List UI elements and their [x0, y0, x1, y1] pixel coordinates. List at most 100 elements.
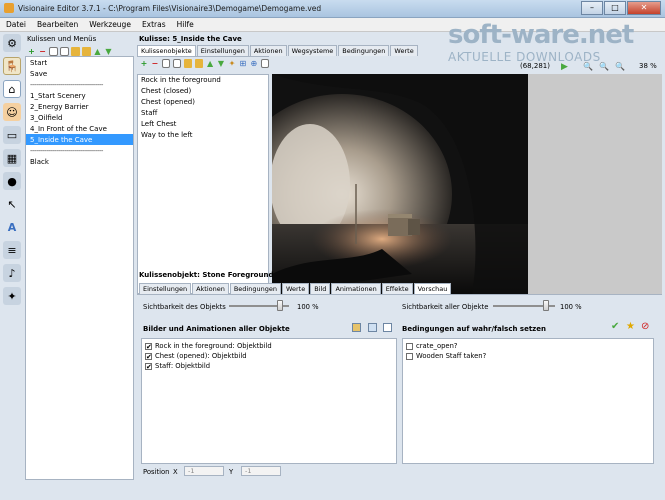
cancel-icon[interactable]: ⊘	[641, 321, 649, 332]
object-list-item[interactable]: Way to the left	[138, 130, 268, 141]
scene-tab[interactable]: Bedingungen	[338, 45, 390, 56]
checkbox-row: ✔ Chest (opened): Objektbild	[142, 351, 396, 361]
scene-list-item[interactable]: 1_Start Scenery	[26, 90, 133, 101]
object-tab[interactable]: Vorschau	[413, 283, 452, 294]
close-button[interactable]: ✕	[627, 1, 661, 15]
scene-list-item[interactable]: 4_In Front of the Cave	[26, 123, 133, 134]
text-icon[interactable]: ≡	[3, 241, 21, 259]
font-icon[interactable]: A	[3, 218, 21, 236]
grid-icon[interactable]: ⊕	[250, 59, 258, 68]
fit-icon[interactable]: ⊞	[239, 59, 247, 68]
cursor-icon[interactable]: ↖	[3, 195, 21, 213]
object-tab[interactable]: Effekte	[381, 283, 413, 294]
settings-icon[interactable]: ✦	[3, 287, 21, 305]
remove-icon[interactable]: −	[38, 47, 47, 56]
object-tab[interactable]: Aktionen	[192, 283, 229, 294]
folder-open-icon[interactable]	[82, 46, 91, 56]
scene-panel: Kulissen und Menüs + − ▲ ▼ Start Save ----…	[25, 34, 134, 480]
app-icon	[4, 3, 14, 13]
frame-icon[interactable]	[260, 58, 269, 68]
tool-strip: ⚙ 🪑 ⌂ ☺ ▭ ▦ ● ↖ A ≡ ♪ ✦	[3, 34, 23, 434]
wand-icon[interactable]: ✦	[228, 59, 236, 68]
scene-icon[interactable]: ⌂	[3, 80, 21, 98]
sound-icon[interactable]: ♪	[3, 264, 21, 282]
object-folder-icon[interactable]	[184, 58, 193, 68]
scene-list: Start Save -------------------------------…	[25, 56, 134, 480]
menu-extras[interactable]: Extras	[136, 18, 171, 31]
object-folder-open-icon[interactable]	[195, 58, 204, 68]
checkbox[interactable]	[406, 342, 413, 350]
zoom-reset-icon[interactable]: 🔍	[615, 62, 625, 71]
scene-preview[interactable]	[272, 74, 528, 294]
scene-tab[interactable]: Kulissenobjekte	[137, 45, 196, 56]
menu-datei[interactable]: Datei	[0, 18, 31, 31]
object-up-icon[interactable]: ▲	[206, 59, 214, 68]
menu-hilfe[interactable]: Hilfe	[171, 18, 199, 31]
checkbox[interactable]: ✔	[145, 342, 152, 350]
scene-tabs: Kulissenobjekte Einstellungen Aktionen Wegs…	[137, 45, 662, 56]
object-down-icon[interactable]: ▼	[217, 59, 225, 68]
maximize-button[interactable]: □	[604, 1, 626, 15]
preview-background	[528, 74, 662, 294]
table-icon[interactable]: 🪑	[3, 57, 21, 75]
select-none-icon[interactable]	[368, 323, 377, 332]
checkbox[interactable]: ✔	[145, 352, 152, 360]
visibility-all-slider[interactable]	[493, 300, 555, 311]
scene-list-item[interactable]: Save	[26, 68, 133, 79]
scene-list-item[interactable]: 2_Energy Barrier	[26, 101, 133, 112]
object-tab[interactable]: Animationen	[331, 283, 381, 294]
folder-icon[interactable]	[71, 46, 80, 56]
select-all-icon[interactable]	[352, 323, 361, 332]
scene-tab[interactable]: Einstellungen	[196, 45, 249, 56]
object-tabs: Einstellungen Aktionen Bedingungen Werte Bil…	[139, 283, 452, 294]
object-properties-icon[interactable]	[161, 58, 171, 68]
object-list-item[interactable]: Chest (closed)	[138, 86, 268, 97]
zoom-out-icon[interactable]: 🔍	[599, 62, 609, 71]
object-tab[interactable]: Einstellungen	[139, 283, 192, 294]
zoom-in-icon[interactable]: 🔍	[583, 62, 593, 71]
menu-bearbeiten[interactable]: Bearbeiten	[31, 18, 83, 31]
ball-icon[interactable]: ●	[3, 172, 21, 190]
object-copy-icon[interactable]	[173, 58, 182, 68]
visibility-slider[interactable]	[229, 300, 289, 311]
add-object-icon[interactable]: +	[140, 59, 148, 68]
position-y-input[interactable]: -1	[241, 466, 281, 476]
check-icon[interactable]: ✔	[611, 321, 619, 332]
star-icon[interactable]: ★	[626, 321, 635, 332]
object-list-item[interactable]: Rock in the foreground	[138, 75, 268, 86]
move-up-icon[interactable]: ▲	[93, 47, 102, 56]
scene-list-item[interactable]: Black	[26, 156, 133, 167]
object-list-item[interactable]: Left Chest	[138, 119, 268, 130]
object-tab[interactable]: Bild	[310, 283, 331, 294]
invert-selection-icon[interactable]	[383, 323, 392, 332]
checkbox[interactable]: ✔	[145, 362, 152, 370]
scene-list-item[interactable]: 5_Inside the Cave	[26, 134, 133, 145]
object-tab[interactable]: Werte	[281, 283, 310, 294]
add-icon[interactable]: +	[27, 47, 36, 56]
scene-tab[interactable]: Aktionen	[249, 45, 287, 56]
checkbox[interactable]	[406, 352, 413, 360]
properties-icon[interactable]	[49, 46, 58, 56]
copy-icon[interactable]	[60, 46, 69, 56]
play-icon[interactable]: ▶	[561, 62, 568, 72]
visibility-slider-thumb[interactable]	[277, 300, 283, 311]
remove-object-icon[interactable]: −	[151, 59, 159, 68]
gear-icon[interactable]: ⚙	[3, 34, 21, 52]
interface-icon[interactable]: ▦	[3, 149, 21, 167]
character-icon[interactable]: ☺	[3, 103, 21, 121]
minimize-button[interactable]: –	[581, 1, 603, 15]
scene-tab[interactable]: Wegsysteme	[287, 45, 338, 56]
scene-tab[interactable]: Werte	[390, 45, 418, 56]
menu-werkzeuge[interactable]: Werkzeuge	[83, 18, 136, 31]
move-down-icon[interactable]: ▼	[104, 47, 113, 56]
object-list-item[interactable]: Staff	[138, 108, 268, 119]
scene-list-item[interactable]: 3_Oilfield	[26, 112, 133, 123]
gamepad-icon[interactable]: ▭	[3, 126, 21, 144]
scene-header: Kulisse: 5_Inside the Cave	[139, 35, 242, 43]
visibility-all-slider-thumb[interactable]	[543, 300, 549, 311]
scene-list-item[interactable]: Start	[26, 57, 133, 68]
window-titlebar: Visionaire Editor 3.7.1 - C:\Program Fil…	[0, 0, 665, 18]
object-list-item[interactable]: Chest (opened)	[138, 97, 268, 108]
object-tab[interactable]: Bedingungen	[229, 283, 281, 294]
position-x-input[interactable]: -1	[184, 466, 224, 476]
